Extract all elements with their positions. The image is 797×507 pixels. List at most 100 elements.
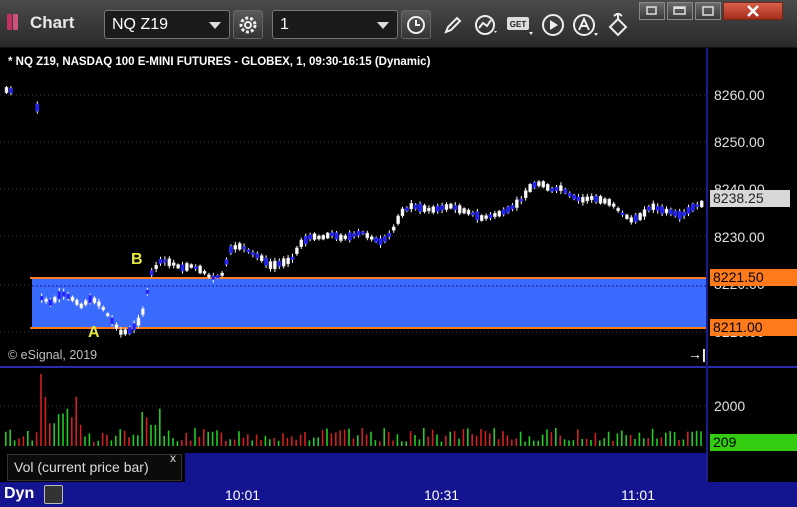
replay-button[interactable] xyxy=(538,10,568,39)
candle-body xyxy=(691,203,695,212)
price-plot[interactable] xyxy=(0,48,706,366)
pencil-icon xyxy=(444,16,462,34)
candle-body xyxy=(378,238,383,246)
volume-bar xyxy=(49,423,51,446)
marker-b-label: B xyxy=(131,251,143,268)
volume-bar xyxy=(106,434,108,446)
volume-bar xyxy=(365,434,368,446)
get-data-button[interactable]: GET xyxy=(505,10,535,39)
candle-body xyxy=(268,261,273,270)
volume-bar xyxy=(449,431,451,446)
volume-bar xyxy=(550,432,553,446)
link-button[interactable] xyxy=(604,10,634,39)
candle-body xyxy=(449,203,453,209)
volume-bar xyxy=(436,434,438,446)
draw-tool-button[interactable] xyxy=(438,10,468,39)
volume-bar xyxy=(343,429,346,446)
get-data-icon: GET xyxy=(507,16,533,35)
price-scale[interactable]: 8260.00 8250.00 8240.00 8230.00 8220.00 … xyxy=(708,48,797,366)
volume-bar xyxy=(528,436,531,446)
study-label-bar xyxy=(185,453,706,482)
time-axis[interactable]: Dyn 10:01 10:31 11:01 xyxy=(0,482,797,507)
candle-body xyxy=(97,301,101,307)
alerts-button[interactable] xyxy=(571,10,601,39)
maximize-window-button[interactable] xyxy=(695,2,721,20)
chevron-down-icon[interactable] xyxy=(377,22,389,29)
volume-bar xyxy=(572,440,575,446)
symbol-input[interactable]: NQ Z19 xyxy=(104,10,230,39)
volume-bar xyxy=(53,423,55,446)
volume-bar xyxy=(440,441,443,446)
restore-window-button[interactable] xyxy=(639,2,665,20)
close-window-button[interactable] xyxy=(723,2,783,20)
candle-body xyxy=(405,207,409,212)
volume-bar xyxy=(396,434,399,446)
volume-bar xyxy=(137,435,139,446)
candle-body xyxy=(629,217,634,223)
volume-bar xyxy=(88,433,91,446)
volume-bar xyxy=(273,438,275,446)
volume-bar xyxy=(616,433,619,446)
candle-body xyxy=(189,264,194,268)
time-template-button[interactable] xyxy=(401,10,431,39)
volume-bar xyxy=(176,441,179,446)
restore-icon xyxy=(646,6,657,15)
volume-bar xyxy=(594,432,597,446)
chevron-down-icon[interactable] xyxy=(209,22,221,29)
volume-bar xyxy=(295,439,297,446)
candle-body xyxy=(290,256,295,260)
chart-area[interactable]: * NQ Z19, NASDAQ 100 E-MINI FUTURES - GL… xyxy=(0,48,797,507)
volume-bar xyxy=(150,424,152,446)
go-to-end-icon[interactable]: →| xyxy=(688,346,706,362)
volume-bar xyxy=(163,435,165,446)
candle-body xyxy=(211,275,216,280)
tile-window-button[interactable] xyxy=(667,2,693,20)
volume-study-label[interactable]: Vol (current price bar) xyxy=(7,454,182,481)
candle-body xyxy=(149,270,154,276)
volume-plot[interactable] xyxy=(0,368,706,448)
candle-body xyxy=(365,232,370,239)
lock-icon[interactable] xyxy=(44,485,63,504)
volume-bar xyxy=(44,396,47,446)
dynamic-button[interactable]: Dyn xyxy=(4,485,34,503)
candle-body xyxy=(127,327,132,335)
volume-bar xyxy=(638,432,641,446)
volume-bar xyxy=(203,429,205,446)
candle-body xyxy=(334,232,339,240)
candle-body xyxy=(435,205,440,212)
volume-bar xyxy=(269,439,271,446)
volume-bar xyxy=(264,435,267,446)
candle-body xyxy=(79,303,84,309)
candle-body xyxy=(176,264,180,269)
volume-bar xyxy=(643,438,645,446)
volume-bar xyxy=(568,440,570,446)
chart-header: * NQ Z19, NASDAQ 100 E-MINI FUTURES - GL… xyxy=(8,56,431,68)
candle-body xyxy=(35,103,40,112)
volume-bar xyxy=(634,438,636,446)
volume-bar xyxy=(577,429,579,446)
volume-bar xyxy=(669,431,671,446)
price-tick: 8230.00 xyxy=(714,229,765,245)
price-tick: 8260.00 xyxy=(714,87,765,103)
volume-bar xyxy=(198,436,201,446)
cursor-mode-button[interactable] xyxy=(471,10,501,39)
candle-body xyxy=(413,204,418,210)
volume-bar xyxy=(291,436,293,446)
volume-bar xyxy=(27,430,29,446)
candle-body xyxy=(242,246,246,250)
range-high-tag[interactable]: 8221.50 xyxy=(710,269,797,286)
candle-body xyxy=(545,183,550,191)
volume-bar xyxy=(401,441,403,446)
volume-bars xyxy=(5,374,702,446)
symbol-settings-button[interactable] xyxy=(233,10,263,39)
range-low-tag[interactable]: 8211.00 xyxy=(710,319,797,336)
candle-body xyxy=(57,291,62,300)
candle-body xyxy=(611,203,616,207)
close-study-icon[interactable]: x xyxy=(170,451,176,465)
candle-body xyxy=(475,211,480,221)
candle-body xyxy=(400,208,405,216)
volume-bar xyxy=(506,435,509,446)
volume-bar xyxy=(559,435,561,446)
interval-input[interactable]: 1 xyxy=(272,10,398,39)
candle-body xyxy=(83,300,88,305)
